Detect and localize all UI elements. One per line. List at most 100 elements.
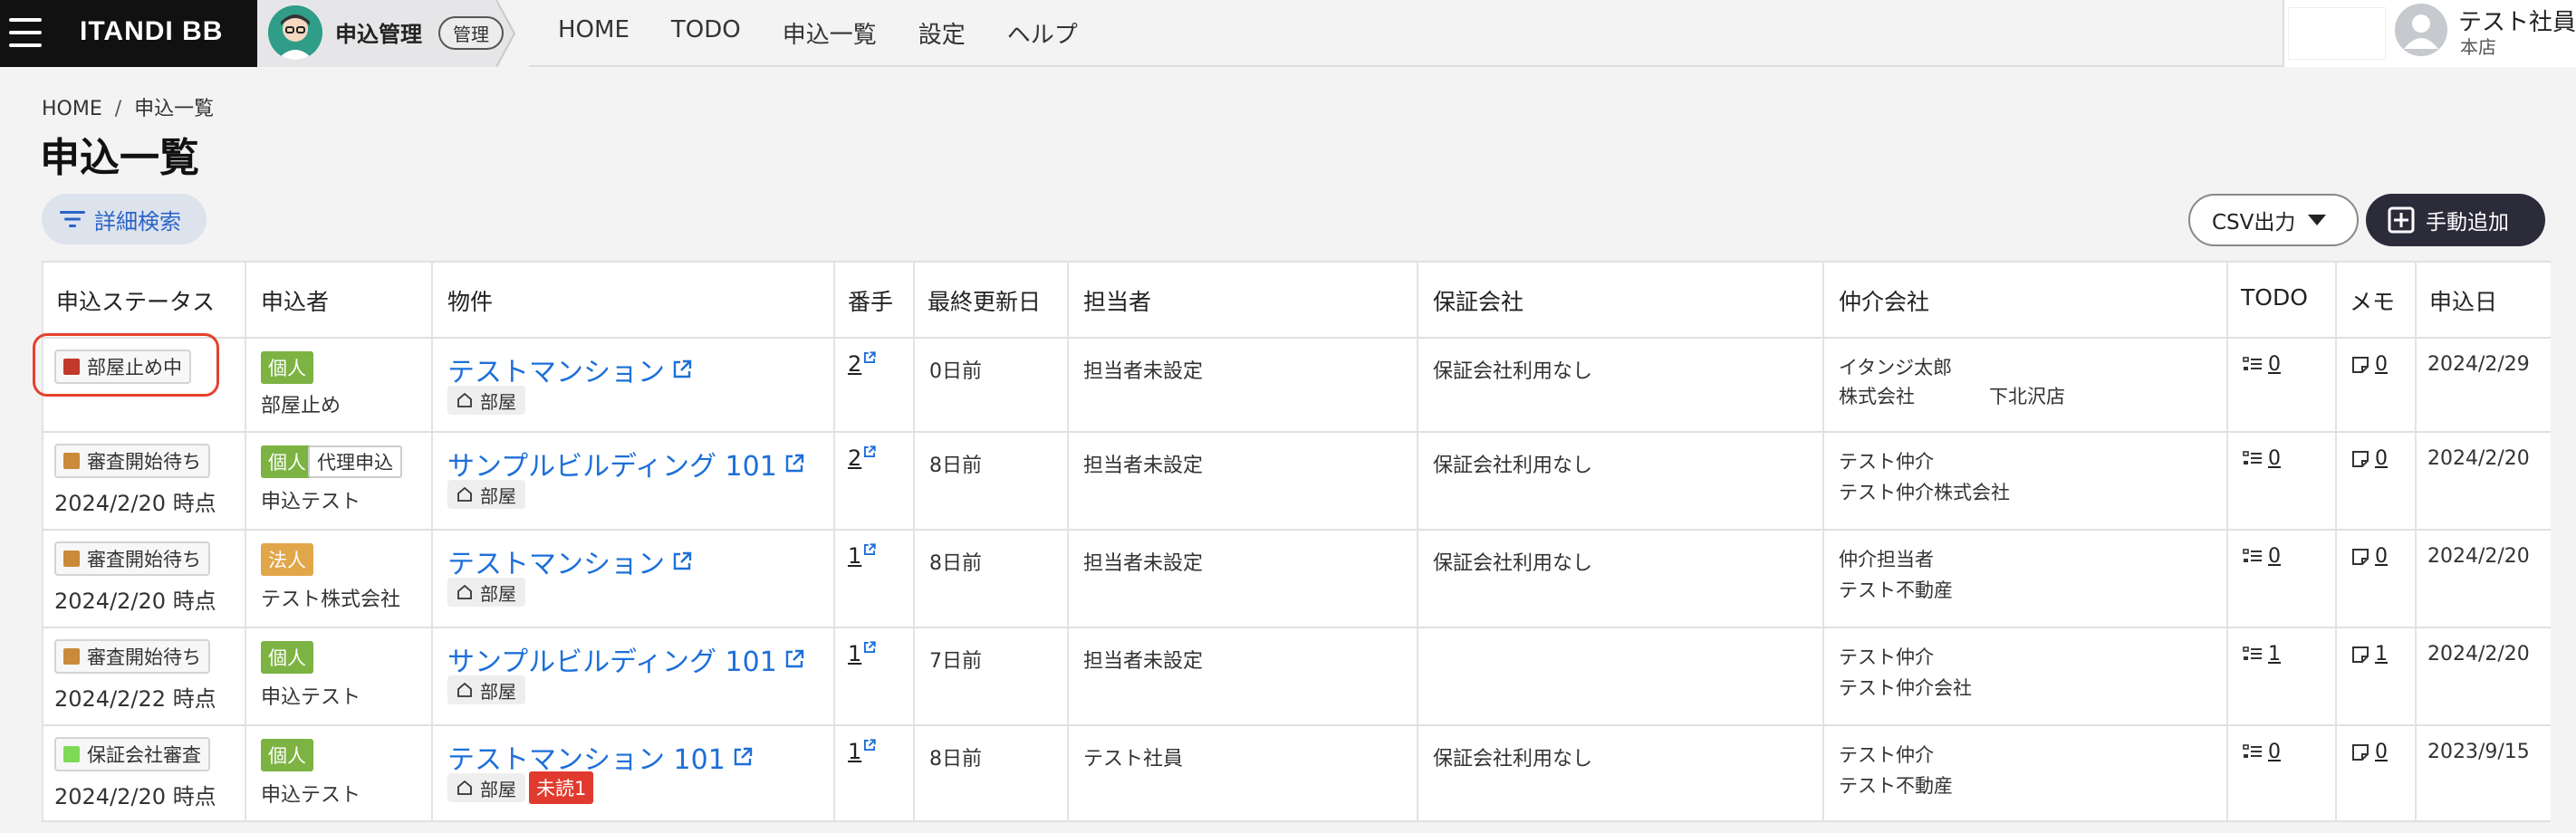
house-icon bbox=[457, 486, 472, 502]
todo-link[interactable]: 0 bbox=[2243, 545, 2281, 568]
room-tag: 部屋 bbox=[447, 675, 525, 704]
user-extra-box bbox=[2288, 7, 2386, 60]
room-label: 部屋 bbox=[480, 778, 516, 800]
logo[interactable]: ITANDI BB bbox=[80, 16, 223, 47]
header-date[interactable]: 申込日 bbox=[2429, 284, 2497, 317]
broker-line1: イタンジ太郎 bbox=[1839, 357, 1953, 378]
order-link[interactable]: 1 bbox=[848, 543, 876, 569]
header-applicant[interactable]: 申込者 bbox=[261, 284, 329, 317]
todo-link[interactable]: 0 bbox=[2243, 353, 2281, 376]
property-link[interactable]: サンプルビルディング 101 bbox=[447, 444, 804, 484]
memo-link[interactable]: 0 bbox=[2351, 741, 2388, 763]
row-divider bbox=[42, 431, 2551, 433]
nav-settings[interactable]: 設定 bbox=[918, 16, 966, 50]
unread-badge[interactable]: 未読1 bbox=[529, 771, 594, 804]
status-badge[interactable]: 部屋止め中 bbox=[54, 349, 191, 384]
memo-link[interactable]: 1 bbox=[2351, 643, 2388, 665]
header-order[interactable]: 番手 bbox=[848, 284, 893, 317]
nav-home[interactable]: HOME bbox=[558, 16, 630, 50]
house-icon bbox=[457, 780, 472, 795]
column-divider bbox=[1822, 261, 1824, 822]
manual-add-label: 手動追加 bbox=[2426, 211, 2509, 235]
memo-link[interactable]: 0 bbox=[2351, 353, 2388, 376]
order-link[interactable]: 1 bbox=[848, 739, 876, 764]
checklist-icon bbox=[2243, 356, 2262, 370]
advanced-search-label: 詳細検索 bbox=[94, 208, 181, 235]
row-divider bbox=[42, 820, 2551, 822]
status-badge[interactable]: 審査開始待ち bbox=[54, 639, 210, 674]
column-divider bbox=[833, 261, 835, 822]
header-status[interactable]: 申込ステータス bbox=[56, 284, 215, 317]
memo-icon bbox=[2352, 450, 2369, 467]
todo-link[interactable]: 0 bbox=[2243, 741, 2281, 763]
updated-text: 8日前 bbox=[929, 748, 982, 771]
guarantor-text: 保証会社利用なし bbox=[1433, 552, 1593, 575]
manual-add-button[interactable]: 手動追加 bbox=[2366, 194, 2545, 246]
checklist-icon bbox=[2243, 646, 2262, 660]
user-avatar-icon[interactable] bbox=[2395, 4, 2447, 56]
broker-line1: テスト仲介 bbox=[1839, 744, 1934, 766]
applicant-name: 申込テスト bbox=[261, 784, 361, 807]
order-link[interactable]: 1 bbox=[848, 641, 876, 666]
brand-area: ITANDI BB bbox=[0, 0, 257, 67]
external-link-icon bbox=[864, 543, 876, 556]
header-guarantor[interactable]: 保証会社 bbox=[1433, 284, 1523, 317]
breadcrumb-home[interactable]: HOME bbox=[42, 98, 102, 120]
order-number: 2 bbox=[848, 351, 862, 377]
memo-icon bbox=[2352, 646, 2369, 663]
header-todo[interactable]: TODO bbox=[2241, 284, 2308, 311]
order-link[interactable]: 2 bbox=[848, 351, 876, 377]
nav-application-list[interactable]: 申込一覧 bbox=[783, 16, 877, 50]
external-link-icon bbox=[785, 454, 803, 473]
breadcrumb: HOME / 申込一覧 bbox=[42, 92, 214, 121]
order-number: 1 bbox=[848, 543, 862, 569]
external-link-icon bbox=[864, 739, 876, 752]
applicant-type-tag: 個人 bbox=[261, 445, 313, 478]
header-staff[interactable]: 担当者 bbox=[1083, 284, 1151, 317]
applicant-name: 申込テスト bbox=[261, 686, 361, 709]
application-table bbox=[42, 261, 2551, 822]
memo-link[interactable]: 0 bbox=[2351, 447, 2388, 470]
header-updated[interactable]: 最終更新日 bbox=[928, 284, 1041, 317]
application-date: 2024/2/20 bbox=[2427, 545, 2530, 568]
status-badge[interactable]: 審査開始待ち bbox=[54, 444, 210, 478]
checklist-icon bbox=[2243, 743, 2262, 758]
broker-line1: テスト仲介 bbox=[1839, 451, 1934, 473]
todo-count: 0 bbox=[2268, 353, 2281, 376]
broker-line2: テスト不動産 bbox=[1839, 775, 1953, 797]
status-timestamp: 2024/2/20 時点 bbox=[54, 589, 216, 614]
column-divider bbox=[913, 261, 915, 822]
header-memo[interactable]: メモ bbox=[2350, 284, 2395, 317]
broker-line2: テスト不動産 bbox=[1839, 579, 1953, 601]
status-label: 審査開始待ち bbox=[87, 646, 201, 668]
property-link[interactable]: テストマンション 101 bbox=[447, 737, 753, 777]
advanced-search-button[interactable]: 詳細検索 bbox=[42, 194, 207, 244]
nav-help[interactable]: ヘルプ bbox=[1007, 16, 1078, 50]
header-property[interactable]: 物件 bbox=[447, 284, 493, 317]
property-link[interactable]: テストマンション bbox=[447, 349, 692, 389]
house-icon bbox=[457, 392, 472, 407]
hamburger-menu-icon[interactable] bbox=[9, 14, 42, 51]
external-link-icon bbox=[864, 445, 876, 458]
status-timestamp: 2024/2/20 時点 bbox=[54, 491, 216, 516]
header-broker[interactable]: 仲介会社 bbox=[1839, 284, 1929, 317]
broker-line2: 株式会社 bbox=[1839, 386, 1915, 407]
broker-branch: 下北沢店 bbox=[1989, 386, 2065, 407]
status-badge[interactable]: 保証会社審査 bbox=[54, 737, 210, 771]
todo-count: 0 bbox=[2268, 447, 2281, 470]
application-date: 2023/9/15 bbox=[2427, 741, 2530, 763]
row-divider bbox=[42, 529, 2551, 531]
room-label: 部屋 bbox=[480, 390, 516, 413]
external-link-icon bbox=[673, 551, 692, 570]
todo-link[interactable]: 0 bbox=[2243, 447, 2281, 470]
blurred-region bbox=[1177, 380, 1386, 427]
csv-export-button[interactable]: CSV出力 bbox=[2188, 194, 2359, 246]
order-link[interactable]: 2 bbox=[848, 445, 876, 471]
property-link[interactable]: サンプルビルディング 101 bbox=[447, 639, 804, 679]
nav-todo[interactable]: TODO bbox=[671, 16, 741, 50]
todo-link[interactable]: 1 bbox=[2243, 643, 2281, 665]
status-badge[interactable]: 審査開始待ち bbox=[54, 541, 210, 576]
room-tag: 部屋 bbox=[447, 480, 525, 509]
property-link[interactable]: テストマンション bbox=[447, 541, 692, 581]
memo-link[interactable]: 0 bbox=[2351, 545, 2388, 568]
